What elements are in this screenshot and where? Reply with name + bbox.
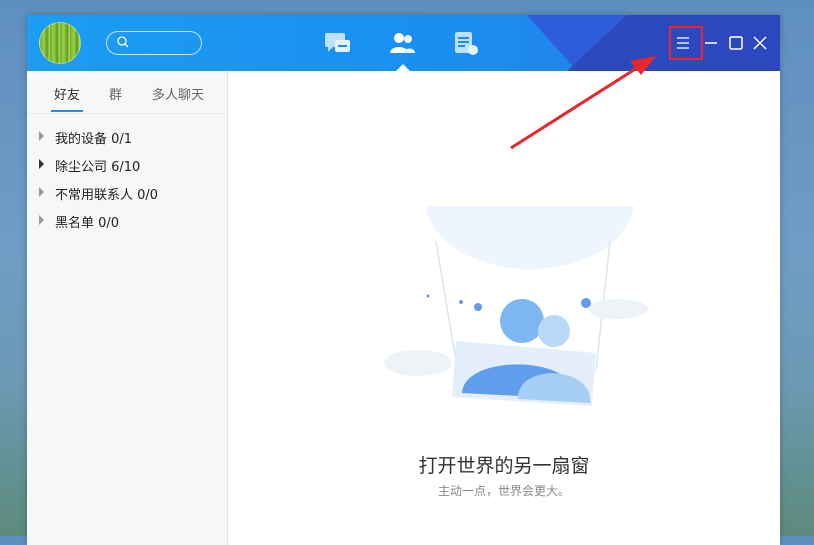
title-bar[interactable]: [27, 15, 780, 71]
tab-groups[interactable]: 群: [109, 84, 122, 103]
main-panel: 打开世界的另一扇窗 主动一点，世界会更大。: [228, 71, 780, 545]
contacts-icon[interactable]: [387, 29, 417, 57]
menu-highlight-box: [669, 26, 703, 60]
active-tab-underline: [51, 110, 83, 112]
active-tab-indicator: [396, 64, 410, 71]
group-label: 不常用联系人 0/0: [55, 188, 159, 203]
expand-arrow-icon: [39, 159, 44, 169]
tab-friends[interactable]: 好友: [54, 84, 80, 103]
minimize-icon[interactable]: [701, 33, 721, 53]
app-window: 好友 群 多人聊天 我的设备 0/1 除尘公司 6/10 不常用联系人 0/0 …: [27, 15, 780, 545]
avatar[interactable]: [39, 22, 81, 64]
expand-arrow-icon: [39, 187, 44, 197]
message-icon[interactable]: [323, 29, 353, 57]
search-box[interactable]: [106, 31, 202, 55]
hot-air-balloon-illustration: [384, 131, 648, 406]
sidebar: 好友 群 多人聊天 我的设备 0/1 除尘公司 6/10 不常用联系人 0/0 …: [27, 71, 228, 545]
expand-arrow-icon: [39, 131, 44, 141]
group-label: 除尘公司 6/10: [55, 160, 141, 175]
space-icon[interactable]: [451, 29, 481, 57]
sidebar-tabs: 好友 群 多人聊天: [27, 71, 227, 114]
empty-state-title: 打开世界的另一扇窗: [418, 455, 590, 477]
maximize-icon[interactable]: [726, 33, 746, 53]
group-label: 我的设备 0/1: [55, 132, 133, 147]
close-icon[interactable]: [750, 33, 770, 53]
tab-multi-chat[interactable]: 多人聊天: [152, 84, 204, 103]
expand-arrow-icon: [39, 215, 44, 225]
search-icon: [117, 36, 129, 48]
group-label: 黑名单 0/0: [55, 216, 120, 231]
empty-state-subtitle: 主动一点，世界会更大。: [437, 484, 570, 498]
